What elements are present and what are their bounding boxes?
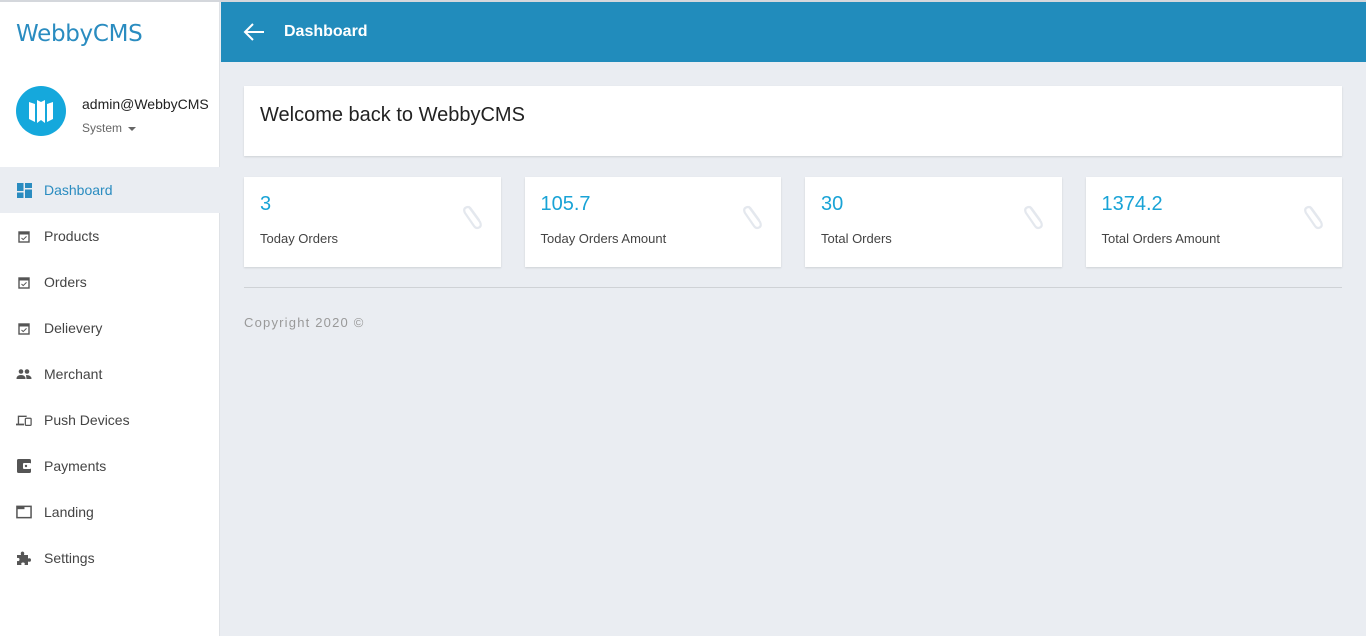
stat-label: Today Orders Amount (540, 231, 667, 246)
top-header: Dashboard (221, 2, 1366, 62)
caret-down-icon (128, 126, 137, 131)
avatar[interactable] (16, 86, 66, 136)
stat-value: 105.7 (540, 193, 591, 215)
calendar-check-icon (16, 228, 32, 244)
stat-value: 1374.2 (1101, 193, 1163, 215)
people-icon (16, 366, 32, 382)
paperclip-icon (1023, 205, 1043, 230)
puzzle-icon (16, 550, 32, 566)
sidebar-item-dashboard[interactable]: Dashboard (0, 167, 220, 213)
sidebar-item-products[interactable]: Products (0, 213, 220, 259)
stat-value: 30 (821, 193, 844, 215)
user-name: admin@WebbyCMS (82, 96, 209, 112)
stat-card-today-orders[interactable]: 3 Today Orders (244, 177, 501, 267)
devices-icon (16, 412, 32, 428)
sidebar-item-label: Merchant (44, 366, 103, 382)
sidebar-item-orders[interactable]: Orders (0, 259, 220, 305)
main-content: Welcome back to WebbyCMS 3 Today Orders … (244, 86, 1342, 330)
stat-label: Total Orders Amount (1101, 231, 1221, 246)
stat-value: 3 (260, 193, 272, 215)
sidebar: WebbyCMS admin@WebbyCMS System Dashboard… (0, 2, 220, 636)
sidebar-item-landing[interactable]: Landing (0, 489, 220, 535)
sidebar-item-settings[interactable]: Settings (0, 535, 220, 581)
sidebar-item-label: Delievery (44, 320, 103, 336)
sidebar-item-merchant[interactable]: Merchant (0, 351, 220, 397)
user-role-label: System (82, 121, 123, 135)
window-icon (16, 504, 32, 520)
stat-label: Total Orders (821, 231, 892, 246)
stat-card-total-orders[interactable]: 30 Total Orders (805, 177, 1062, 267)
page-title: Dashboard (284, 23, 368, 40)
brand-logo-text[interactable]: WebbyCMS (16, 21, 143, 47)
copyright-text: Copyright 2020 © (244, 315, 365, 330)
paperclip-icon (462, 205, 482, 230)
stat-card-today-orders-amount[interactable]: 105.7 Today Orders Amount (524, 177, 781, 267)
sidebar-item-label: Payments (44, 458, 107, 474)
welcome-text: Welcome back to WebbyCMS (260, 104, 525, 126)
book-logo-icon (29, 100, 53, 123)
paperclip-icon (743, 205, 762, 230)
wallet-icon (16, 458, 32, 474)
sidebar-item-label: Orders (44, 274, 87, 290)
sidebar-item-label: Products (44, 228, 100, 244)
sidebar-item-push-devices[interactable]: Push Devices (0, 397, 220, 443)
welcome-panel: Welcome back to WebbyCMS (244, 86, 1342, 156)
calendar-check-icon (16, 320, 32, 336)
sidebar-item-label: Landing (44, 504, 94, 520)
footer-divider (244, 287, 1342, 288)
sidebar-nav: Dashboard Products Orders Delievery Merc… (0, 167, 220, 581)
stats-cards: 3 Today Orders 105.7 Today Orders Amount… (244, 177, 1342, 267)
paperclip-icon (1304, 205, 1323, 230)
stat-card-total-orders-amount[interactable]: 1374.2 Total Orders Amount (1085, 177, 1342, 267)
sidebar-item-label: Settings (44, 550, 95, 566)
sidebar-item-delievery[interactable]: Delievery (0, 305, 220, 351)
dashboard-icon (16, 182, 32, 198)
calendar-check-icon (16, 274, 32, 290)
sidebar-item-label: Push Devices (44, 412, 130, 428)
user-role-dropdown[interactable]: System (82, 121, 137, 135)
arrow-left-icon[interactable] (243, 20, 267, 44)
stat-label: Today Orders (260, 231, 339, 246)
sidebar-item-payments[interactable]: Payments (0, 443, 220, 489)
sidebar-item-label: Dashboard (44, 182, 113, 198)
user-panel: admin@WebbyCMS System (16, 86, 216, 138)
